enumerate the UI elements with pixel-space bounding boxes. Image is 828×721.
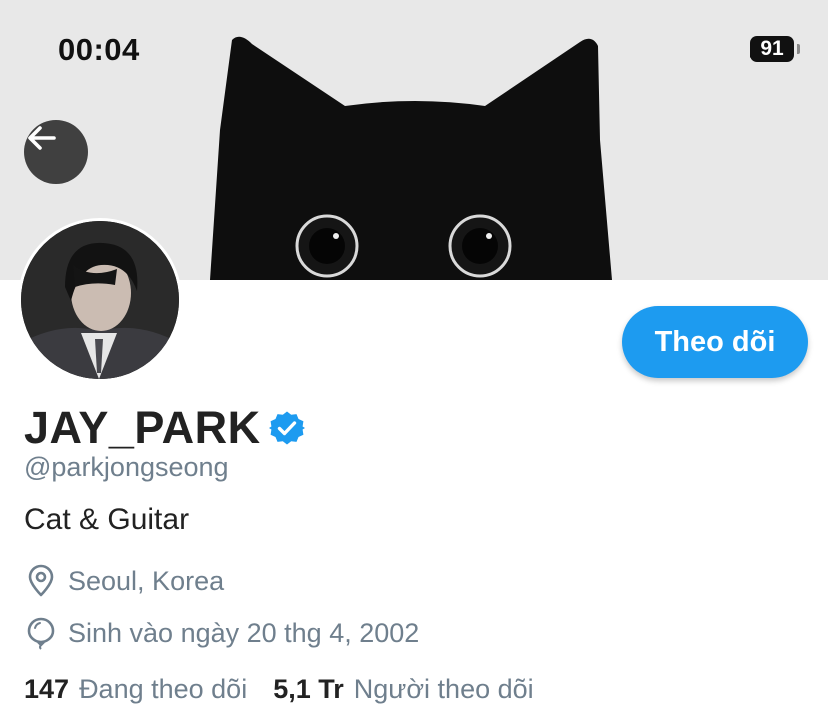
status-icons: 91 xyxy=(750,36,800,62)
followers-count: 5,1 Tr xyxy=(273,674,344,704)
avatar-photo xyxy=(21,221,179,379)
following-count: 147 xyxy=(24,674,70,704)
display-name: JAY_PARK xyxy=(24,402,261,453)
following-stat[interactable]: 147 Đang theo dõi xyxy=(24,674,247,705)
follow-stats: 147 Đang theo dõi 5,1 Tr Người theo dõi xyxy=(24,674,534,705)
following-label: Đang theo dõi xyxy=(79,674,248,704)
profile-avatar[interactable] xyxy=(18,218,182,382)
map-pin-icon xyxy=(28,564,54,597)
followers-stat[interactable]: 5,1 Tr Người theo dõi xyxy=(273,674,533,705)
location-text: Seoul, Korea xyxy=(68,565,225,596)
username-handle: @parkjongseong xyxy=(24,452,229,482)
arrow-left-icon xyxy=(28,126,56,150)
birthday-row: Sinh vào ngày 20 thg 4, 2002 xyxy=(24,616,419,650)
battery-icon: 91 xyxy=(750,36,800,62)
balloon-icon xyxy=(27,617,55,650)
location-row: Seoul, Korea xyxy=(24,564,224,598)
follow-button[interactable]: Theo dõi xyxy=(622,306,808,378)
profile-name-row: JAY_PARK xyxy=(24,402,305,454)
status-time: 00:04 xyxy=(58,32,140,67)
birthday-text: Sinh vào ngày 20 thg 4, 2002 xyxy=(68,617,420,648)
verified-badge-icon[interactable] xyxy=(268,410,305,446)
profile-bio: Cat & Guitar xyxy=(24,503,190,536)
back-button[interactable] xyxy=(24,120,88,184)
followers-label: Người theo dõi xyxy=(353,674,534,704)
